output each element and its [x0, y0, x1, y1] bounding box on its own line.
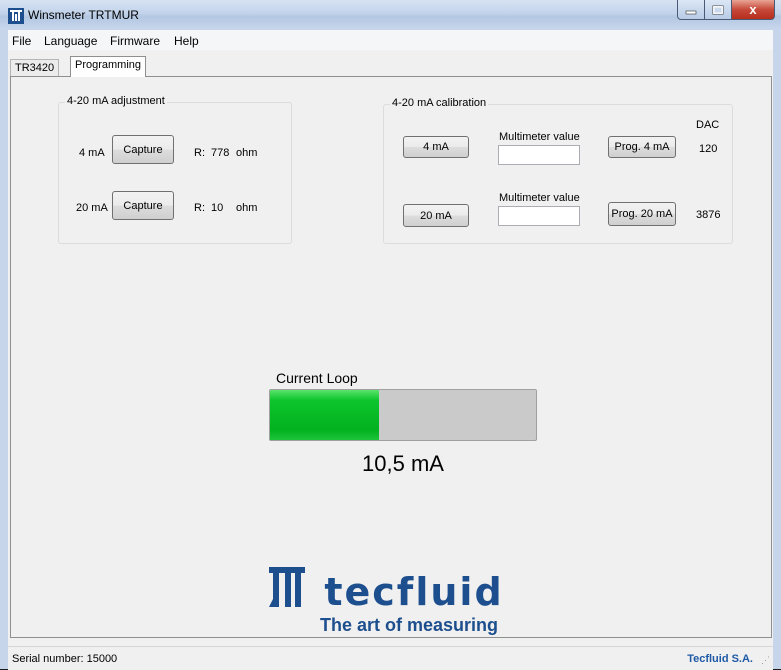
client-area: File Language Firmware Help TR3420 Progr…: [8, 30, 773, 670]
close-icon: x: [749, 2, 757, 17]
logo-wordmark: tecfluid: [324, 570, 503, 614]
adjustment-group-title: 4-20 mA adjustment: [65, 95, 167, 107]
menu-help[interactable]: Help: [174, 34, 199, 48]
r-20ma-label: R:: [194, 202, 205, 214]
prog-20ma-button[interactable]: Prog. 20 mA: [608, 202, 676, 226]
r-20ma-value: 10: [211, 202, 224, 214]
menu-file[interactable]: File: [12, 34, 31, 48]
r-4ma-value: 778: [211, 147, 230, 159]
resize-grip-icon[interactable]: ⋰: [761, 655, 770, 666]
capture-20ma-button[interactable]: Capture: [112, 191, 174, 220]
menu-firmware[interactable]: Firmware: [110, 34, 160, 48]
window-frame-left: [0, 30, 8, 669]
multimeter-4ma-input[interactable]: [498, 145, 580, 165]
title-bar[interactable]: Winsmeter TRTMUR x: [0, 0, 781, 30]
close-button[interactable]: x: [732, 0, 775, 20]
current-loop-label: Current Loop: [276, 370, 358, 386]
window-frame-right: [773, 30, 781, 669]
current-loop-value: 10,5 mA: [362, 451, 444, 476]
company-name: Tecfluid S.A.: [687, 653, 753, 665]
capture-4ma-button[interactable]: Capture: [112, 135, 174, 164]
multimeter-20ma-input[interactable]: [498, 206, 580, 226]
tab-programming[interactable]: Programming: [70, 56, 147, 77]
prog-4ma-button[interactable]: Prog. 4 mA: [608, 136, 676, 158]
window-title: Winsmeter TRTMUR: [28, 8, 139, 22]
menu-bar: File Language Firmware Help: [8, 30, 773, 50]
dac-header: DAC: [696, 119, 720, 131]
calibration-group-title: 4-20 mA calibration: [390, 97, 489, 109]
r-4ma-label: R:: [194, 147, 205, 159]
current-loop-progress-bar: [269, 389, 537, 441]
app-window: Winsmeter TRTMUR x File Language Firmwar…: [0, 0, 781, 670]
adjust-4ma-label: 4 mA: [79, 147, 105, 159]
serial-number: Serial number: 15000: [12, 653, 118, 665]
programming-panel: 4-20 mA adjustment 4 mA Capture R: 778 o…: [10, 76, 772, 638]
adjustment-group: 4-20 mA adjustment 4 mA Capture R: 778 o…: [58, 95, 292, 244]
r-20ma-unit: ohm: [236, 202, 258, 214]
minimize-icon: [685, 10, 697, 14]
minimize-button[interactable]: [677, 0, 705, 20]
r-4ma-unit: ohm: [236, 147, 258, 159]
maximize-button[interactable]: [705, 0, 732, 20]
current-loop-progress-fill: [270, 390, 380, 440]
tab-tr3420[interactable]: TR3420: [10, 59, 60, 76]
cal-4ma-button[interactable]: 4 mA: [403, 136, 469, 158]
app-icon: [8, 8, 24, 24]
logo-tagline: The art of measuring: [319, 615, 499, 635]
dac-20ma-value: 3876: [696, 209, 721, 221]
cal-20ma-button[interactable]: 20 mA: [403, 204, 469, 227]
menu-language[interactable]: Language: [44, 34, 97, 48]
calibration-group: 4-20 mA calibration DAC 4 mA Multimeter …: [383, 97, 733, 244]
adjust-20ma-label: 20 mA: [76, 202, 108, 214]
maximize-icon: [712, 5, 724, 14]
multimeter-4ma-label: Multimeter value: [499, 131, 580, 143]
multimeter-20ma-label: Multimeter value: [499, 192, 580, 204]
dac-4ma-value: 120: [699, 143, 718, 155]
status-bar: Serial number: 15000 Tecfluid S.A. ⋰: [8, 646, 773, 670]
